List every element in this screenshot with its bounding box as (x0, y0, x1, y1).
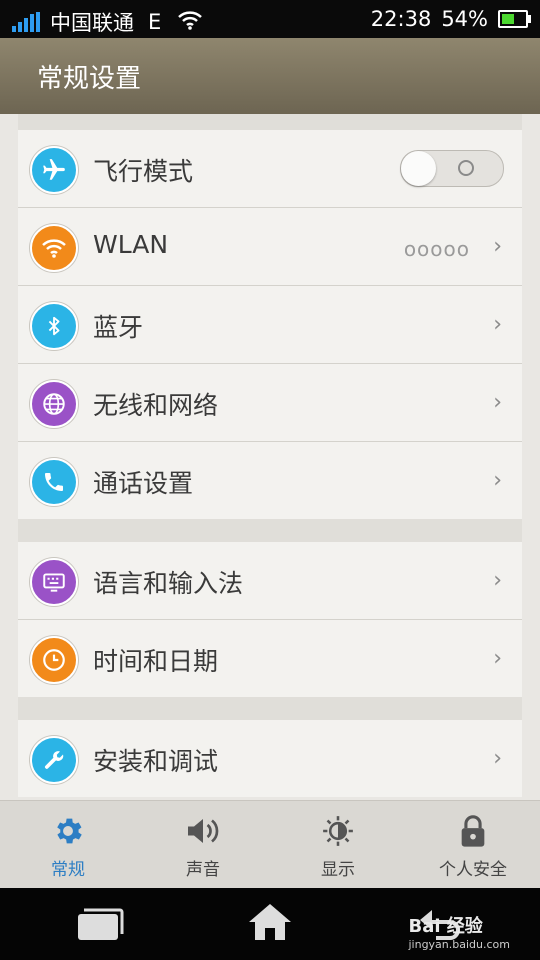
tab-label: 个人安全 (439, 860, 507, 880)
setting-call[interactable]: 通话设置 › (18, 442, 522, 519)
status-bar: 中国联通 E 22:38 54% (0, 0, 540, 38)
tab-display[interactable]: 显示 (278, 813, 398, 880)
battery-icon (498, 10, 531, 28)
setting-label: 蓝牙 (93, 313, 144, 342)
setting-language-input[interactable]: 语言和输入法 › (18, 542, 522, 620)
chevron-right-icon: › (493, 390, 502, 415)
clock-text: 22:38 (370, 7, 432, 31)
section-gap (18, 519, 522, 542)
wifi-icon (30, 224, 78, 272)
signal-icon (12, 12, 42, 32)
airplane-icon (30, 146, 78, 194)
bluetooth-icon (30, 302, 78, 350)
wifi-status-icon (177, 10, 203, 35)
page-title: 常规设置 (37, 64, 142, 94)
tab-label: 常规 (51, 860, 85, 880)
setting-bluetooth[interactable]: 蓝牙 › (18, 286, 522, 364)
wrench-icon (30, 736, 78, 784)
setting-label: 飞行模式 (93, 157, 194, 186)
brightness-icon (278, 813, 398, 849)
chevron-right-icon: › (493, 746, 502, 771)
setting-wireless-network[interactable]: 无线和网络 › (18, 364, 522, 442)
setting-date-time[interactable]: 时间和日期 › (18, 620, 522, 697)
recent-apps-icon[interactable] (76, 908, 124, 946)
setting-label: 时间和日期 (93, 647, 219, 676)
setting-airplane-mode[interactable]: 飞行模式 (18, 130, 522, 208)
settings-group-3: 安装和调试 › (18, 720, 522, 797)
bottom-tab-bar: 常规 声音 显示 个人安全 (0, 800, 540, 889)
setting-label: 无线和网络 (93, 391, 219, 420)
chevron-right-icon: › (493, 646, 502, 671)
settings-group-2: 语言和输入法 › 时间和日期 › (18, 542, 522, 697)
setting-wlan[interactable]: WLAN ooooo › (18, 208, 522, 286)
toggle-off-indicator (458, 160, 474, 176)
chevron-right-icon: › (493, 468, 502, 493)
tab-personal-security[interactable]: 个人安全 (413, 813, 533, 880)
tab-label: 声音 (186, 860, 220, 880)
tab-label: 显示 (321, 860, 355, 880)
section-gap (18, 114, 522, 130)
airplane-mode-toggle[interactable] (400, 150, 504, 187)
lock-icon (413, 813, 533, 849)
home-icon[interactable] (247, 902, 293, 946)
setting-label: 语言和输入法 (93, 569, 244, 598)
chevron-right-icon: › (493, 568, 502, 593)
keyboard-icon (30, 558, 78, 606)
tab-general[interactable]: 常规 (8, 813, 128, 880)
toggle-knob (401, 151, 436, 186)
wlan-network-name: ooooo (403, 237, 470, 261)
network-type: E (148, 10, 162, 34)
settings-list: 飞行模式 WLAN ooooo › 蓝牙 › 无线和网络 › 通话设置 › 语言… (18, 114, 522, 797)
battery-percent: 54% (441, 7, 488, 31)
gear-icon (8, 813, 128, 849)
page-header: 常规设置 (0, 38, 540, 114)
navigation-bar: Bai 经验 jingyan.baidu.com (0, 888, 540, 960)
setting-label: WLAN (93, 230, 169, 259)
watermark-logo: Bai 经验 jingyan.baidu.com (408, 916, 510, 951)
phone-icon (30, 458, 78, 506)
clock-icon (30, 636, 78, 684)
setting-label: 通话设置 (93, 469, 194, 498)
chevron-right-icon: › (493, 234, 502, 259)
chevron-right-icon: › (493, 312, 502, 337)
settings-group-1: 飞行模式 WLAN ooooo › 蓝牙 › 无线和网络 › 通话设置 › (18, 130, 522, 519)
speaker-icon (143, 813, 263, 849)
section-gap (18, 697, 522, 720)
setting-install-debug[interactable]: 安装和调试 › (18, 720, 522, 797)
tab-sound[interactable]: 声音 (143, 813, 263, 880)
setting-label: 安装和调试 (93, 747, 219, 776)
globe-icon (30, 380, 78, 428)
carrier-name: 中国联通 (50, 11, 134, 35)
